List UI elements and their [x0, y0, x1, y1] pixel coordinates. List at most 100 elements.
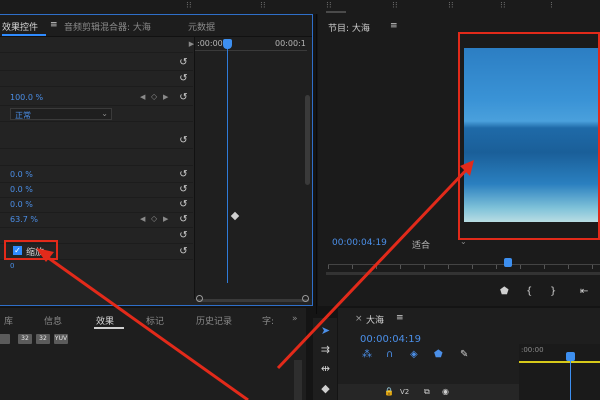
panel-menu-icon[interactable]: ≡	[50, 20, 58, 30]
workspace-item[interactable]: ⁝	[550, 1, 553, 11]
tab-metadata[interactable]: 元数据	[188, 20, 215, 33]
tab-history[interactable]: 历史记录	[196, 314, 232, 327]
panel-divider[interactable]	[316, 14, 317, 314]
sync-lock-icon[interactable]: ⧉	[424, 387, 430, 397]
settings-wrench-icon[interactable]: ✎	[460, 349, 468, 360]
reset-icon[interactable]: ↺	[178, 135, 189, 146]
panel-menu-icon[interactable]: ≡	[390, 21, 398, 31]
workspace-item[interactable]: ⁝⁝	[326, 1, 332, 11]
uniform-scale-checkbox[interactable]: ✓	[13, 246, 22, 255]
program-zoom-scrollbar[interactable]	[326, 272, 600, 275]
vertical-scrollbar[interactable]	[294, 360, 302, 400]
playhead-handle[interactable]	[566, 352, 575, 361]
tab-effects[interactable]: 效果	[96, 314, 114, 327]
opacity-value[interactable]: 100.0 %	[10, 93, 43, 102]
sequence-tab[interactable]: 大海	[366, 313, 384, 326]
horizontal-scrollbar[interactable]	[197, 299, 309, 302]
nest-icon[interactable]: ⁂	[362, 349, 372, 360]
video-preview[interactable]	[464, 48, 598, 222]
more-tabs-icon[interactable]: »	[292, 314, 298, 324]
keyframe-diamond-icon[interactable]	[230, 211, 240, 221]
next-keyframe-icon[interactable]: ▶	[163, 215, 168, 223]
reset-icon[interactable]: ↺	[178, 169, 189, 180]
workspace-item[interactable]: ⁝⁝	[500, 1, 506, 11]
add-marker-icon[interactable]: ⬟	[434, 349, 443, 360]
in-out-range-bar[interactable]	[519, 361, 600, 363]
effect-controls-timeline[interactable]: :00:00 00:00:1	[194, 37, 312, 299]
ruler-tick	[520, 265, 521, 269]
tab-libraries[interactable]: 库	[4, 314, 13, 327]
mark-out-icon[interactable]: }	[550, 286, 556, 297]
eye-icon[interactable]: ◉	[442, 387, 449, 396]
chevron-down-icon[interactable]: ⌄	[460, 237, 467, 246]
reset-icon[interactable]: ↺	[178, 92, 189, 103]
reset-icon[interactable]: ↺	[178, 214, 189, 225]
workspace-item[interactable]: ⁝⁝	[448, 1, 454, 11]
project-effects-panel: 库 信息 效果 标记 历史记录 字: » 32 32 YUV	[0, 308, 306, 400]
anchor-value[interactable]: 0.0 %	[10, 200, 33, 209]
reset-icon[interactable]: ↺	[178, 184, 189, 195]
program-timecode[interactable]: 00:00:04:19	[332, 238, 387, 248]
program-playhead[interactable]	[504, 258, 512, 267]
program-monitor-title[interactable]: 节目: 大海	[328, 21, 370, 34]
accelerated-effects-icon[interactable]	[0, 334, 10, 344]
reset-icon[interactable]: ↺	[178, 199, 189, 210]
vertical-scrollbar[interactable]	[305, 95, 310, 185]
ruler-tick	[400, 265, 401, 269]
scroll-handle-right[interactable]	[302, 295, 309, 302]
timeline-timecode[interactable]: 00:00:04:19	[360, 334, 421, 345]
prev-keyframe-icon[interactable]: ◀	[140, 215, 145, 223]
position-x-value[interactable]: 0.0 %	[10, 170, 33, 179]
add-keyframe-icon[interactable]: ◇	[151, 92, 157, 101]
position-y-value[interactable]: 0.0 %	[10, 185, 33, 194]
close-icon[interactable]: ×	[355, 314, 363, 324]
reset-icon[interactable]: ↺	[178, 246, 189, 257]
ruler-tick	[352, 265, 353, 269]
workspace-item[interactable]: ⁝⁝	[186, 1, 192, 11]
tab-audio-clip-mixer[interactable]: 音频剪辑混合器: 大海	[64, 20, 151, 33]
fit-dropdown[interactable]: 适合	[412, 238, 430, 251]
timeline-ruler[interactable]: :00:00	[519, 344, 600, 400]
ruler-tick	[448, 265, 449, 269]
add-marker-icon[interactable]: ⬟	[500, 286, 509, 297]
program-time-ruler[interactable]	[328, 264, 600, 272]
blend-mode-value: 正常	[15, 111, 31, 120]
reset-icon[interactable]: ↺	[178, 73, 189, 84]
ripple-edit-tool-icon[interactable]: ⇹	[319, 362, 332, 375]
blend-mode-dropdown[interactable]: 正常 ⌄	[10, 108, 112, 120]
tab-markers[interactable]: 标记	[146, 314, 164, 327]
yuv-effects-icon[interactable]: YUV	[54, 334, 68, 344]
track-header-v2: 🔒 V2 ⧉ ◉	[338, 384, 519, 400]
tab-text[interactable]: 字:	[262, 314, 274, 327]
playhead-handle[interactable]	[223, 39, 232, 49]
workspace-item[interactable]: ⁝⁝	[260, 1, 266, 11]
ruler-tick	[544, 265, 545, 269]
selection-tool-icon[interactable]: ➤	[319, 324, 332, 337]
position-x-row: 0.0 % ↺	[0, 167, 193, 183]
add-keyframe-icon[interactable]: ◇	[151, 214, 157, 223]
32bit-color-icon[interactable]: 32	[36, 334, 50, 344]
razor-tool-icon[interactable]: ◆	[319, 382, 332, 395]
rotation-value[interactable]: 0	[10, 262, 14, 270]
uniform-scale-label: 缩放	[26, 248, 45, 258]
reset-icon[interactable]: ↺	[178, 57, 189, 68]
lock-icon[interactable]: 🔒	[384, 387, 394, 396]
mark-in-icon[interactable]: {	[526, 286, 532, 297]
track-select-tool-icon[interactable]: ⇉	[319, 343, 332, 356]
reset-icon[interactable]: ↺	[178, 230, 189, 241]
scale-value[interactable]: 63.7 %	[10, 215, 38, 224]
tab-info[interactable]: 信息	[44, 314, 62, 327]
prev-keyframe-icon[interactable]: ◀	[140, 93, 145, 101]
video-highlight-box	[458, 32, 600, 240]
snap-icon[interactable]: ∩	[386, 349, 393, 360]
32bit-color-icon[interactable]: 32	[18, 334, 32, 344]
scroll-handle-left[interactable]	[196, 295, 203, 302]
linked-selection-icon[interactable]: ◈	[410, 349, 418, 360]
go-to-in-icon[interactable]: ⇤	[580, 286, 588, 297]
tab-effect-controls[interactable]: 效果控件	[2, 20, 38, 33]
scale-row: 63.7 % ◀ ◇ ▶ ↺	[0, 212, 193, 228]
panel-menu-icon[interactable]: ≡	[396, 313, 404, 323]
workspace-item[interactable]: ⁝⁝	[392, 1, 398, 11]
next-keyframe-icon[interactable]: ▶	[163, 93, 168, 101]
chevron-down-icon: ⌄	[101, 109, 108, 118]
